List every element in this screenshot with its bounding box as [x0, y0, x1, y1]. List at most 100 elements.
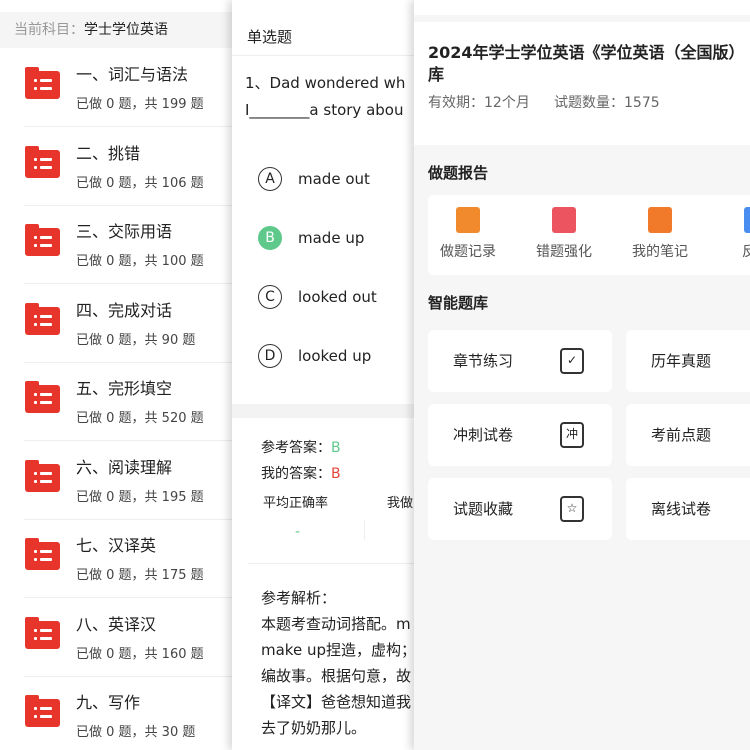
- current-subject: 当前科目：学士学位英语: [0, 12, 236, 48]
- chapter-item[interactable]: 八、英译汉 已做 0 题，共 160 题: [0, 599, 236, 677]
- report-header: 做题报告: [428, 164, 489, 182]
- option-key: C: [258, 285, 282, 309]
- sprint-icon: 冲: [560, 422, 584, 448]
- tile-label: 章节练习: [453, 352, 514, 370]
- question-type: 单选题: [247, 28, 293, 46]
- title-line: 2024年学士学位英语《学位英语（全国版）: [428, 43, 745, 62]
- ref-label: 参考答案：: [261, 440, 331, 456]
- my-answer: 我的答案：B: [261, 463, 341, 483]
- option-text: looked up: [298, 347, 372, 365]
- chapter-item[interactable]: 五、完形填空已做 0 题，共 520 题: [0, 363, 236, 441]
- bank-tile[interactable]: 离线试卷: [626, 478, 750, 540]
- reference-answer: 参考答案：B: [261, 437, 341, 457]
- chapter-title: 一、词汇与语法: [76, 65, 189, 84]
- chapter-stats: 已做 0 题，共 195 题: [76, 489, 204, 505]
- my-stat-label: 我做: [387, 496, 414, 511]
- option-key: B: [258, 226, 282, 250]
- question-bank-panel: 2024年学士学位英语《学位英语（全国版） 库 有效期：12个月 试题数量：157…: [414, 0, 750, 750]
- bank-tile[interactable]: 章节练习 ✓: [428, 330, 612, 392]
- option-text: made up: [298, 229, 365, 247]
- chapter-title: 五、完形填空: [76, 379, 173, 398]
- bank-info-card: 2024年学士学位英语《学位英语（全国版） 库 有效期：12个月 试题数量：157…: [414, 22, 750, 145]
- bank-tile[interactable]: 考前点题: [626, 404, 750, 466]
- chapter-title: 三、交际用语: [76, 222, 173, 241]
- bank-tile[interactable]: 试题收藏 ☆: [428, 478, 612, 540]
- report-item[interactable]: 错题强化: [524, 207, 604, 261]
- report-label: 反馈: [742, 244, 750, 260]
- bank-tile[interactable]: 冲刺试卷 冲: [428, 404, 612, 466]
- feedback-icon: [744, 207, 750, 233]
- chapter-item[interactable]: 九、写作已做 0 题，共 30 题: [0, 677, 236, 750]
- folder-list-icon: [25, 302, 60, 335]
- report-label: 我的笔记: [632, 244, 688, 260]
- chapter-item[interactable]: 四、完成对话已做 0 题，共 90 题: [0, 285, 236, 363]
- folder-list-icon: [25, 381, 60, 413]
- report-item[interactable]: 反馈: [716, 207, 750, 261]
- option-key: A: [258, 167, 282, 191]
- wrong-icon: [552, 207, 576, 233]
- option-c[interactable]: Clooked out: [258, 284, 377, 310]
- tile-label: 冲刺试卷: [453, 426, 514, 444]
- chapter-stats: 已做 0 题，共 199 题: [76, 97, 204, 112]
- chapter-stats: 已做 0 题，共 90 题: [76, 332, 196, 348]
- chapter-title: 二、挑错: [76, 143, 141, 163]
- report-label: 错题强化: [536, 244, 592, 260]
- folder-list-icon: [25, 145, 60, 178]
- chapter-stats: 已做 0 题，共 30 题: [76, 725, 196, 740]
- analysis-line: 编故事。根据句意，故: [261, 667, 412, 685]
- chapter-title: 四、完成对话: [76, 300, 173, 320]
- chapter-item[interactable]: 一、词汇与语法已做 0 题，共 199 题: [0, 49, 236, 127]
- chapter-stats: 已做 0 题，共 175 题: [76, 568, 204, 583]
- analysis: 参考解析： 本题考查动词搭配。m make up捏造，虚构； 编故事。根据句意，故 【译…: [261, 585, 416, 741]
- chapter-item[interactable]: 六、阅读理解已做 0 题，共 195 题: [0, 442, 236, 520]
- folder-list-icon: [25, 459, 60, 492]
- option-a[interactable]: Amade out: [258, 166, 370, 192]
- option-b[interactable]: Bmade up: [258, 225, 364, 251]
- report-label: 做题记录: [440, 244, 496, 260]
- option-text: looked out: [298, 288, 377, 306]
- chapter-title: 六、阅读理解: [76, 457, 173, 477]
- validity: 有效期：12个月: [428, 95, 530, 111]
- bank-tile[interactable]: 历年真题: [626, 330, 750, 392]
- title-line: 库: [428, 65, 445, 84]
- question-panel: 单选题 1、Dad wondered wh I________a story ab…: [232, 0, 418, 750]
- question-line: I________a story abou: [245, 101, 404, 119]
- my-value: B: [331, 466, 341, 482]
- chapter-item[interactable]: 七、汉译英已做 0 题，共 175 题: [0, 520, 236, 598]
- option-d[interactable]: Dlooked up: [258, 343, 371, 369]
- analysis-line: make up捏造，虚构；: [261, 641, 416, 659]
- chapter-stats: 已做 0 题，共 520 题: [76, 411, 204, 426]
- analysis-line: 本题考查动词搭配。m: [261, 615, 411, 633]
- avg-accuracy-value: -: [295, 524, 301, 540]
- note-icon: [648, 207, 672, 233]
- chapter-stats: 已做 0 题，共 100 题: [76, 254, 204, 269]
- ref-value: B: [331, 440, 341, 456]
- my-label: 我的答案：: [261, 466, 331, 482]
- question-text: 1、Dad wondered wh I________a story abou: [245, 70, 405, 124]
- chapter-item[interactable]: 二、挑错已做 0 题，共 106 题: [0, 128, 236, 206]
- folder-list-icon: [25, 67, 60, 99]
- tile-label: 试题收藏: [453, 500, 514, 518]
- folder-list-icon: [25, 695, 60, 727]
- analysis-label: 参考解析：: [261, 589, 337, 607]
- chapter-title: 八、英译汉: [76, 614, 157, 634]
- smart-bank-header: 智能题库: [428, 294, 489, 312]
- chapter-list-panel: 当前科目：学士学位英语 一、词汇与语法 已做 0 题，共 199 题二、挑错 已做 …: [0, 0, 236, 750]
- subject-label: 当前科目：: [14, 22, 84, 38]
- analysis-line: 【译文】爸爸想知道我: [261, 693, 412, 711]
- chapter-title: 七、汉译英: [76, 536, 157, 555]
- folder-list-icon: [25, 224, 60, 256]
- report-card: 做题记录 错题强化 我的笔记 反馈: [428, 195, 750, 275]
- folder-list-icon: [25, 538, 60, 570]
- chapter-item[interactable]: 三、交际用语已做 0 题，共 100 题: [0, 206, 236, 284]
- report-item[interactable]: 做题记录: [428, 207, 508, 261]
- subject-name: 学士学位英语: [84, 22, 168, 38]
- chapter-title: 九、写作: [76, 693, 141, 712]
- tile-label: 考前点题: [651, 426, 712, 444]
- tile-label: 离线试卷: [651, 500, 712, 518]
- chapter-stats: 已做 0 题，共 106 题: [76, 175, 204, 191]
- report-item[interactable]: 我的笔记: [620, 207, 700, 261]
- favorite-icon: ☆: [560, 496, 584, 522]
- record-icon: [456, 207, 480, 233]
- folder-list-icon: [25, 616, 60, 649]
